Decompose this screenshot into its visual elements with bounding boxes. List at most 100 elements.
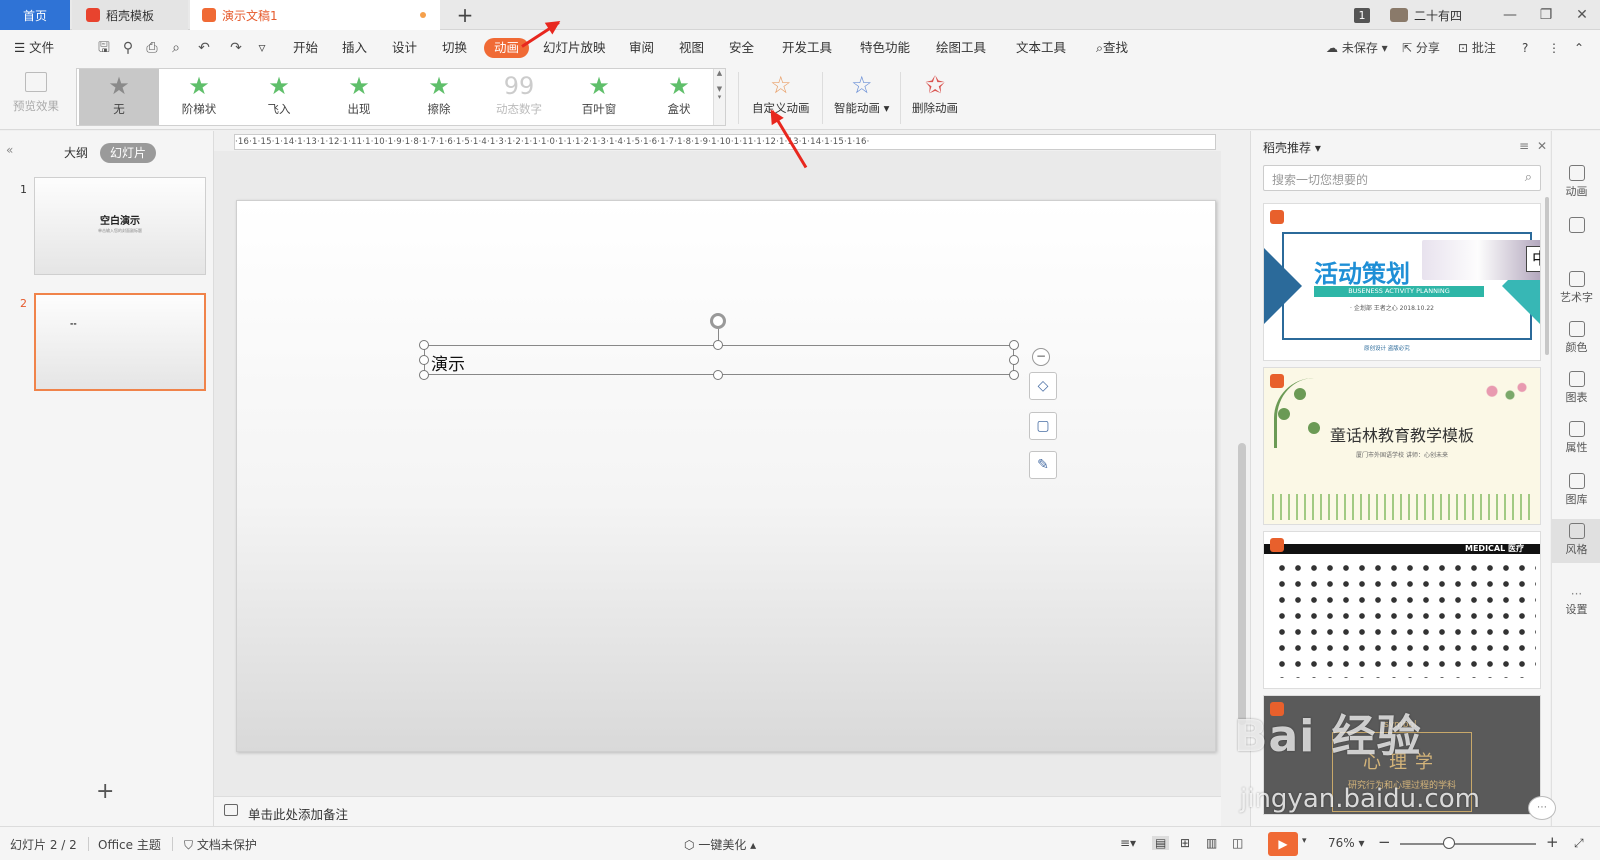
menu-start[interactable]: 开始 <box>293 38 318 58</box>
menu-slideshow[interactable]: 幻灯片放映 <box>543 38 606 58</box>
smart-animation-button[interactable]: ☆ 智能动画 ▾ <box>834 70 889 116</box>
minimize-button[interactable]: — <box>1492 7 1528 23</box>
shape-outline-icon[interactable]: ▢ <box>1029 412 1057 440</box>
share-button[interactable]: ⇱ 分享 <box>1402 38 1440 58</box>
more-icon[interactable]: ⋮ <box>1548 38 1560 58</box>
anim-appear[interactable]: ★ 出现 <box>319 69 399 125</box>
add-slide-button[interactable]: + <box>96 779 114 804</box>
gallery-scroll[interactable]: ▲ ▼ ▾ <box>713 69 725 125</box>
zoom-in-button[interactable]: + <box>1546 833 1559 851</box>
menu-drawing-tools[interactable]: 绘图工具 <box>936 38 986 58</box>
zoom-level[interactable]: 76% ▾ <box>1328 836 1365 850</box>
collapse-ribbon-icon[interactable]: ⌃ <box>1574 38 1584 58</box>
search-menu[interactable]: ⌕查找 <box>1096 38 1128 58</box>
play-options-icon[interactable]: ▾ <box>1302 836 1307 846</box>
menu-design[interactable]: 设计 <box>392 38 417 58</box>
anim-box[interactable]: ★ 盒状 <box>639 69 719 125</box>
tab-document[interactable]: 演示文稿1 <box>190 0 440 30</box>
collapse-float-icon[interactable]: − <box>1032 348 1050 366</box>
template-card[interactable]: 童话林教育教学模板 厦门市外国语学校 讲师：心创未来 <box>1263 367 1541 525</box>
resize-handle[interactable] <box>1009 370 1019 380</box>
file-menu[interactable]: ☰ 文件 <box>14 38 54 58</box>
textbox-content[interactable]: 演示 <box>431 350 465 375</box>
slide-thumb-1[interactable]: 空白演示 单击输入您的封面副标题 <box>34 177 206 275</box>
user-name[interactable]: 二十有四 <box>1414 7 1462 24</box>
panel-title[interactable]: 稻壳推荐 ▾ <box>1263 139 1321 156</box>
print-icon[interactable]: ⎙ <box>144 40 160 56</box>
panel-scrollbar[interactable] <box>1545 197 1549 355</box>
panel-menu-icon[interactable]: ≡ <box>1519 139 1529 153</box>
beautify-button[interactable]: ⬡ 一键美化 ▴ <box>684 836 756 853</box>
customize-toolbar-icon[interactable]: ▿ <box>254 40 270 56</box>
menu-insert[interactable]: 插入 <box>342 38 367 58</box>
comment-button[interactable]: ⊡ 批注 <box>1458 38 1496 58</box>
undo-icon[interactable]: ↶ <box>196 40 212 56</box>
tab-outline[interactable]: 大纲 <box>54 143 98 163</box>
template-card[interactable]: MEDICAL 医疗 <box>1263 531 1541 689</box>
resize-handle[interactable] <box>419 370 429 380</box>
resize-handle[interactable] <box>1009 355 1019 365</box>
side-properties[interactable]: 属性 <box>1552 421 1600 455</box>
unsaved-status[interactable]: ☁ 未保存 ▾ <box>1326 38 1388 58</box>
resize-handle[interactable] <box>713 370 723 380</box>
format-painter-icon[interactable]: ⚲ <box>120 40 136 56</box>
anim-none[interactable]: ★ 无 <box>79 69 159 125</box>
sorter-view-icon[interactable]: ⊞ <box>1180 836 1190 850</box>
resize-handle[interactable] <box>713 340 723 350</box>
play-slideshow-button[interactable]: ▶ <box>1268 832 1298 856</box>
delete-animation-button[interactable]: ✩ 删除动画 <box>912 70 958 116</box>
normal-view-icon[interactable]: ▤ <box>1152 836 1170 850</box>
template-search-input[interactable]: 搜索一切您想要的 ⌕ <box>1263 165 1541 191</box>
side-select[interactable] <box>1552 217 1600 235</box>
resize-handle[interactable] <box>1009 340 1019 350</box>
window-count-badge[interactable]: 1 <box>1353 7 1370 23</box>
reading-view-icon[interactable]: ▥ <box>1206 836 1217 850</box>
menu-text-tools[interactable]: 文本工具 <box>1016 38 1066 58</box>
side-gallery[interactable]: 图库 <box>1552 473 1600 507</box>
search-icon[interactable]: ⌕ <box>1525 170 1532 185</box>
anim-dynamic-number[interactable]: 99 动态数字 <box>479 69 559 125</box>
tab-home[interactable]: 首页 <box>0 0 70 30</box>
notes-toggle-icon[interactable]: ≡▾ <box>1120 836 1136 850</box>
horizontal-ruler[interactable]: ·16·1·15·1·14·1·13·1·12·1·11·1·10·1·9·1·… <box>234 134 1216 150</box>
print-preview-icon[interactable]: ⌕ <box>168 40 184 56</box>
preview-effect-button[interactable]: 预览效果 <box>8 72 64 114</box>
slide-canvas[interactable] <box>236 200 1216 752</box>
slide-thumb-2[interactable]: -- <box>34 293 206 391</box>
menu-security[interactable]: 安全 <box>729 38 754 58</box>
menu-transition[interactable]: 切换 <box>442 38 467 58</box>
side-color[interactable]: 颜色 <box>1552 321 1600 355</box>
presenter-view-icon[interactable]: ◫ <box>1232 836 1243 850</box>
resize-handle[interactable] <box>419 355 429 365</box>
zoom-slider[interactable] <box>1400 843 1536 845</box>
canvas-scrollbar[interactable] <box>1238 443 1246 725</box>
tab-template[interactable]: 稻壳模板 <box>72 0 188 30</box>
tab-slides[interactable]: 幻灯片 <box>100 143 157 163</box>
anim-wipe[interactable]: ★ 擦除 <box>399 69 479 125</box>
anim-stairs[interactable]: ★ 阶梯状 <box>159 69 239 125</box>
menu-developer[interactable]: 开发工具 <box>782 38 832 58</box>
restore-button[interactable]: ❐ <box>1528 7 1564 23</box>
notes-bar[interactable]: 单击此处添加备注 <box>214 796 1221 826</box>
menu-view[interactable]: 视图 <box>679 38 704 58</box>
side-style[interactable]: 风格 <box>1552 519 1600 563</box>
side-wordart[interactable]: 艺术字 <box>1552 271 1600 305</box>
anim-fly-in[interactable]: ★ 飞入 <box>239 69 319 125</box>
brush-icon[interactable]: ✎ <box>1029 451 1057 479</box>
anim-blinds[interactable]: ★ 百叶窗 <box>559 69 639 125</box>
save-icon[interactable]: 🖫 <box>96 40 112 56</box>
menu-review[interactable]: 审阅 <box>629 38 654 58</box>
resize-handle[interactable] <box>419 340 429 350</box>
side-settings[interactable]: ··· 设置 <box>1552 587 1600 617</box>
ime-indicator[interactable]: 中 <box>1526 246 1540 272</box>
panel-close-icon[interactable]: ✕ <box>1537 139 1547 153</box>
protect-status[interactable]: ⛉ 文档未保护 <box>184 836 257 853</box>
zoom-slider-handle[interactable] <box>1443 837 1455 849</box>
menu-special[interactable]: 特色功能 <box>860 38 910 58</box>
chat-bubble-icon[interactable]: ⋯ <box>1528 796 1556 820</box>
shape-fill-icon[interactable]: ◇ <box>1029 372 1057 400</box>
rotate-handle[interactable] <box>710 313 726 329</box>
template-card[interactable]: 活动策划 BUSENESS ACTIVITY PLANNING · 企划部 王者… <box>1263 203 1541 361</box>
zoom-out-button[interactable]: − <box>1378 833 1391 851</box>
redo-icon[interactable]: ↷ <box>228 40 244 56</box>
